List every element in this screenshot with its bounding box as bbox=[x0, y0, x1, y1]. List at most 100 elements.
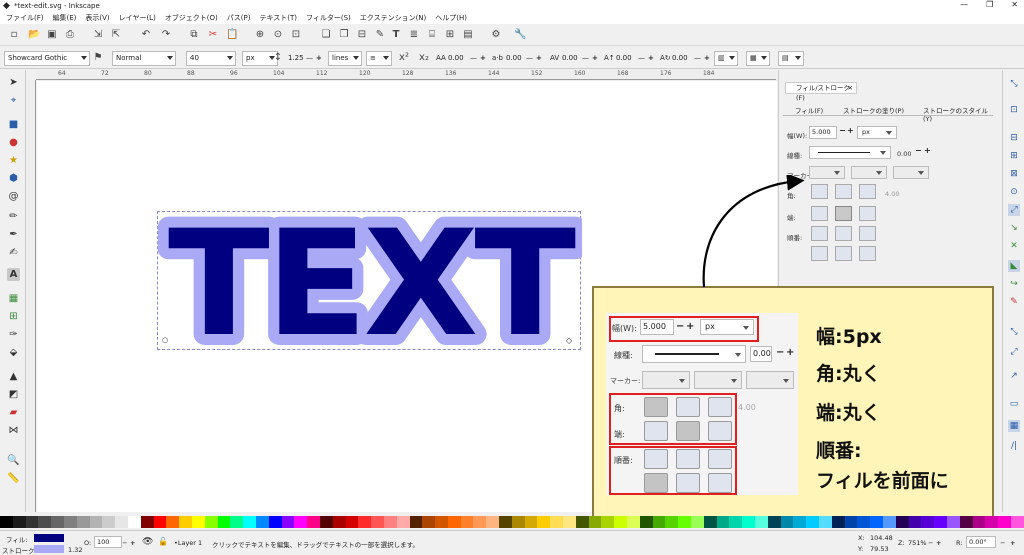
spiral-tool-icon[interactable]: @ bbox=[7, 190, 20, 203]
cap-round-button[interactable] bbox=[835, 206, 852, 221]
import-icon[interactable]: ⇲ bbox=[92, 29, 104, 41]
palette-swatch[interactable] bbox=[307, 516, 320, 528]
palette-swatch[interactable] bbox=[435, 516, 448, 528]
snap-paths-icon[interactable]: ↘ bbox=[1008, 222, 1020, 234]
zoom-page-icon[interactable]: ⊡ bbox=[290, 29, 302, 41]
objects-icon[interactable]: ▤ bbox=[462, 29, 474, 41]
palette-swatch[interactable] bbox=[140, 516, 154, 528]
palette-swatch[interactable] bbox=[268, 516, 282, 528]
save-icon[interactable]: ▣ bbox=[46, 29, 58, 41]
palette-swatch[interactable] bbox=[191, 516, 205, 528]
order-stroke-fill-markers-button[interactable] bbox=[835, 226, 852, 241]
new-document-icon[interactable]: ▫ bbox=[8, 29, 20, 41]
star-tool-icon[interactable]: ★ bbox=[7, 154, 20, 167]
palette-swatch[interactable] bbox=[460, 516, 474, 528]
selector-tool-icon[interactable]: ➤ bbox=[7, 76, 20, 89]
palette-swatch[interactable] bbox=[575, 516, 589, 528]
text-resize-handle-icon[interactable]: ◇ bbox=[566, 336, 572, 345]
marker-end-select[interactable] bbox=[893, 166, 929, 179]
palette-swatch[interactable] bbox=[409, 516, 423, 528]
marker-mid-select[interactable] bbox=[851, 166, 887, 179]
stroke-width-minus[interactable]: − bbox=[839, 126, 846, 135]
snap-cusp-nodes-icon[interactable]: ◣ bbox=[1008, 260, 1020, 272]
snap-bbox-icon[interactable]: ⊡ bbox=[1008, 104, 1020, 116]
snap-page-border-icon[interactable]: ▭ bbox=[1008, 398, 1020, 410]
print-icon[interactable]: ⎙ bbox=[64, 29, 76, 41]
menu-text[interactable]: テキスト(T) bbox=[259, 13, 297, 23]
palette-swatch[interactable] bbox=[588, 516, 602, 528]
palette-swatch[interactable] bbox=[767, 516, 781, 528]
writing-mode-select[interactable]: ▥ bbox=[714, 51, 738, 66]
dash-select[interactable] bbox=[809, 146, 891, 159]
palette-swatch[interactable] bbox=[524, 516, 538, 528]
palette-swatch[interactable] bbox=[934, 516, 947, 528]
palette-swatch[interactable] bbox=[998, 516, 1011, 528]
rotation-value[interactable]: 0.00 bbox=[672, 54, 688, 62]
snap-text-baseline-icon[interactable]: ↗ bbox=[1008, 370, 1020, 382]
pen-tool-icon[interactable]: ✒ bbox=[7, 228, 20, 241]
line-unit-select[interactable]: lines bbox=[328, 51, 362, 66]
palette-swatch[interactable] bbox=[447, 516, 461, 528]
dash-offset-plus[interactable]: + bbox=[924, 146, 931, 155]
dash-offset-minus[interactable]: − bbox=[915, 146, 922, 155]
word-spacing-minus[interactable]: — bbox=[526, 54, 533, 62]
palette-swatch[interactable] bbox=[959, 516, 973, 528]
preferences-icon[interactable]: 🔧 bbox=[514, 29, 526, 41]
direction-select[interactable]: ▤ bbox=[778, 51, 804, 66]
layer-lock-icon[interactable]: 🔓 bbox=[158, 537, 168, 546]
zoom-minus[interactable]: − bbox=[928, 539, 933, 547]
kerning-minus[interactable]: — bbox=[582, 54, 589, 62]
palette-swatch[interactable] bbox=[230, 516, 244, 528]
palette-swatch[interactable] bbox=[639, 516, 653, 528]
gradient-tool-icon[interactable]: ◩ bbox=[7, 388, 20, 401]
palette-swatch[interactable] bbox=[1010, 516, 1024, 528]
palette-swatch[interactable] bbox=[243, 516, 256, 528]
font-family-select[interactable]: Showcard Gothic bbox=[4, 51, 90, 66]
export-icon[interactable]: ⇱ bbox=[110, 29, 122, 41]
text-font-icon[interactable]: T bbox=[390, 29, 402, 41]
cap-square-button[interactable] bbox=[859, 206, 876, 221]
snap-object-centers-icon[interactable]: ⤡ bbox=[1008, 326, 1020, 338]
opacity-input[interactable]: 100 bbox=[94, 536, 122, 548]
rotate-input[interactable]: 0.00° bbox=[966, 536, 996, 548]
palette-swatch[interactable] bbox=[217, 516, 231, 528]
palette-swatch[interactable] bbox=[755, 516, 768, 528]
line-spacing-plus[interactable]: + bbox=[316, 54, 322, 62]
palette-swatch[interactable] bbox=[716, 516, 730, 528]
spray-tool-icon[interactable]: ▦ bbox=[7, 292, 20, 305]
palette-swatch[interactable] bbox=[563, 516, 576, 528]
palette-swatch[interactable] bbox=[179, 516, 192, 528]
font-size-select[interactable]: 40 bbox=[186, 51, 236, 66]
align-select[interactable]: ≡ bbox=[366, 51, 392, 66]
palette-swatch[interactable] bbox=[281, 516, 295, 528]
palette-swatch[interactable] bbox=[819, 516, 832, 528]
join-round-button[interactable] bbox=[835, 184, 852, 199]
palette-swatch[interactable] bbox=[294, 516, 308, 528]
stroke-width-plus[interactable]: + bbox=[847, 126, 854, 135]
rotation-plus[interactable]: + bbox=[704, 54, 710, 62]
palette-swatch[interactable] bbox=[396, 516, 410, 528]
align-icon[interactable]: ⊞ bbox=[444, 29, 456, 41]
palette-swatch[interactable] bbox=[358, 516, 372, 528]
palette-swatch[interactable] bbox=[831, 516, 845, 528]
copy-icon[interactable]: ⧉ bbox=[188, 29, 200, 41]
join-miter-button[interactable] bbox=[811, 184, 828, 199]
palette-swatch[interactable] bbox=[908, 516, 922, 528]
kerning-plus[interactable]: + bbox=[592, 54, 598, 62]
palette-swatch[interactable] bbox=[89, 516, 103, 528]
palette-swatch[interactable] bbox=[383, 516, 397, 528]
opacity-minus[interactable]: − bbox=[122, 539, 127, 547]
palette-swatch[interactable] bbox=[102, 516, 116, 528]
letter-spacing-minus[interactable]: — bbox=[470, 54, 477, 62]
font-style-select[interactable]: Normal bbox=[112, 51, 176, 66]
vertical-shift-value[interactable]: 0.00 bbox=[616, 54, 632, 62]
letter-spacing-value[interactable]: 0.00 bbox=[448, 54, 464, 62]
palette-swatch[interactable] bbox=[0, 516, 13, 528]
snap-bbox-edge-icon[interactable]: ⊟ bbox=[1008, 132, 1020, 144]
zoom-value[interactable]: 751% bbox=[908, 539, 927, 547]
order-stroke-markers-fill-button[interactable] bbox=[835, 246, 852, 261]
zoom-drawing-icon[interactable]: ⊙ bbox=[272, 29, 284, 41]
zoom-tool-icon[interactable]: 🔍 bbox=[7, 454, 20, 467]
3d-box-tool-icon[interactable]: ⬢ bbox=[7, 172, 20, 185]
snap-intersections-icon[interactable]: ✕ bbox=[1008, 240, 1020, 252]
